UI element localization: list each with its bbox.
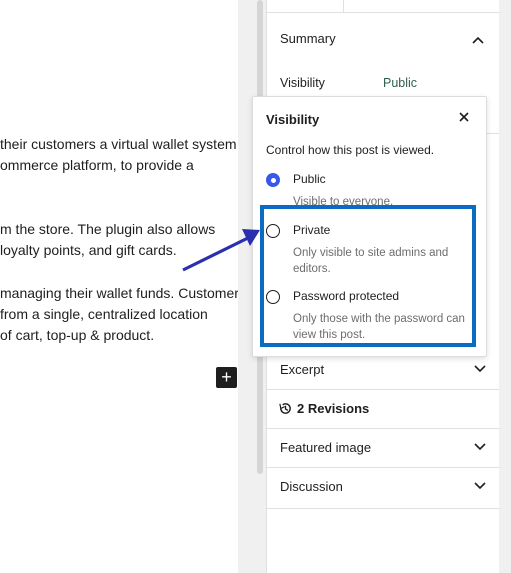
paragraph-2[interactable]: m the store. The plugin also allows loya… — [0, 219, 215, 261]
option-label: Public — [293, 172, 326, 186]
paragraph-line: m the store. The plugin also allows — [0, 221, 216, 237]
sidebar-tab[interactable] — [267, 0, 344, 12]
visibility-value-button[interactable]: Public — [383, 76, 417, 90]
radio-public[interactable] — [266, 173, 280, 187]
popover-description: Control how this post is viewed. — [266, 143, 435, 157]
annotation-highlight — [260, 205, 476, 347]
paragraph-3[interactable]: managing their wallet funds. Customers f… — [0, 283, 238, 346]
panel-title: 2 Revisions — [297, 401, 370, 416]
close-icon[interactable] — [458, 110, 470, 127]
editor-canvas: their customers a virtual wallet system … — [0, 0, 238, 573]
paragraph-1[interactable]: their customers a virtual wallet system … — [0, 134, 237, 176]
panel-title: Discussion — [280, 479, 343, 494]
revisions-panel[interactable]: 2 Revisions — [267, 389, 500, 429]
featured-image-panel[interactable]: Featured image — [267, 428, 500, 468]
paragraph-line: ommerce platform, to provide a — [0, 157, 194, 173]
paragraph-line: loyalty points, and gift cards. — [0, 242, 177, 258]
sidebar-tabs — [267, 0, 500, 13]
summary-title[interactable]: Summary — [280, 31, 336, 46]
history-icon — [278, 401, 292, 415]
visibility-label: Visibility — [280, 76, 325, 90]
chevron-up-icon[interactable] — [472, 33, 484, 47]
chevron-down-icon — [474, 467, 486, 506]
paragraph-line: from a single, centralized location — [0, 306, 208, 322]
popover-title: Visibility — [266, 112, 320, 127]
discussion-panel[interactable]: Discussion — [267, 467, 500, 509]
paragraph-line: managing their wallet funds. Customers — [0, 285, 238, 301]
paragraph-line: their customers a virtual wallet system — [0, 136, 237, 152]
paragraph-line: of cart, top-up & product. — [0, 327, 155, 343]
sidebar-scrollbar[interactable] — [499, 0, 511, 573]
add-block-button[interactable]: + — [216, 367, 237, 388]
chevron-down-icon — [474, 428, 486, 467]
panel-title: Featured image — [280, 440, 372, 455]
